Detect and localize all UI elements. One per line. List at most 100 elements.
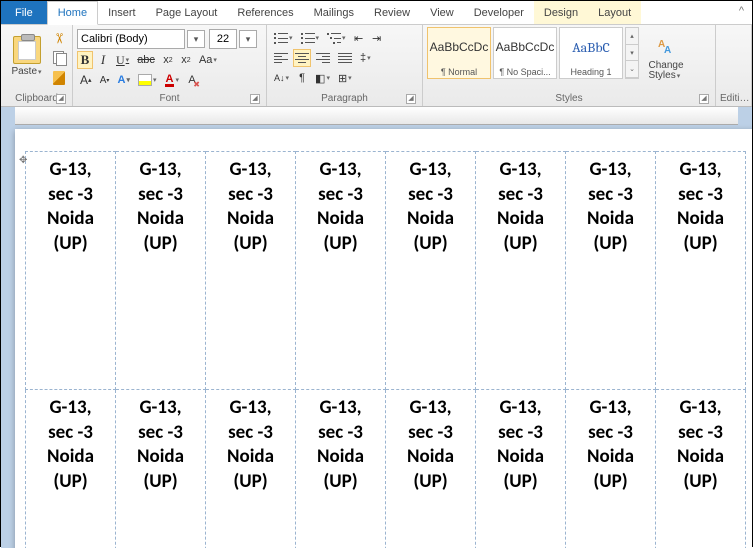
- table-cell[interactable]: G-13,sec -3Noida(UP): [296, 152, 386, 390]
- font-group-label: Font◢: [77, 91, 262, 106]
- line-spacing-button[interactable]: ‡: [357, 49, 374, 67]
- italic-button[interactable]: I: [95, 51, 111, 69]
- tab-view[interactable]: View: [420, 1, 464, 24]
- superscript-button[interactable]: x2: [178, 51, 194, 69]
- multilevel-button[interactable]: [324, 29, 349, 47]
- font-color-button[interactable]: A: [162, 71, 182, 89]
- font-name-dropdown[interactable]: ▾: [187, 30, 205, 48]
- clipboard-dialog-launcher[interactable]: ◢: [56, 94, 66, 104]
- paragraph-dialog-launcher[interactable]: ◢: [406, 94, 416, 104]
- style-item-0[interactable]: AaBbCcDc¶ Normal: [427, 27, 491, 79]
- tab-home[interactable]: Home: [47, 1, 98, 25]
- styles-dialog-launcher[interactable]: ◢: [699, 94, 709, 104]
- table-cell[interactable]: G-13,sec -3Noida(UP): [296, 390, 386, 548]
- bullets-button[interactable]: [271, 29, 296, 47]
- align-center-button[interactable]: [293, 49, 311, 67]
- ribbon: Paste ✂ Clipboard◢ ▾ ▾ B I U abc x: [1, 25, 752, 107]
- tab-layout[interactable]: Layout: [588, 1, 641, 24]
- tab-file[interactable]: File: [1, 1, 47, 24]
- borders-button[interactable]: ⊞: [335, 69, 355, 87]
- table-cell[interactable]: G-13,sec -3Noida(UP): [476, 152, 566, 390]
- border-icon: ⊞: [338, 72, 347, 85]
- table-cell[interactable]: G-13,sec -3Noida(UP): [656, 152, 746, 390]
- table-cell[interactable]: G-13,sec -3Noida(UP): [26, 390, 116, 548]
- style-item-2[interactable]: AaBbCHeading 1: [559, 27, 623, 79]
- change-styles-label: Change Styles: [648, 61, 683, 81]
- shrink-font-button[interactable]: A▾: [97, 71, 113, 89]
- tab-insert[interactable]: Insert: [98, 1, 146, 24]
- format-painter-button[interactable]: [50, 69, 68, 87]
- page[interactable]: ✥ G-13,sec -3Noida(UP)G-13,sec -3Noida(U…: [15, 129, 752, 548]
- tab-developer[interactable]: Developer: [464, 1, 534, 24]
- paste-button[interactable]: Paste: [5, 27, 48, 85]
- underline-button[interactable]: U: [113, 51, 132, 69]
- gallery-down-button[interactable]: ▾: [626, 45, 638, 62]
- shading-button[interactable]: ◧: [312, 69, 333, 87]
- justify-button[interactable]: [335, 49, 355, 67]
- table-cell[interactable]: G-13,sec -3Noida(UP): [476, 390, 566, 548]
- highlight-button[interactable]: [135, 71, 160, 89]
- editing-group-label: Editi…: [720, 91, 747, 106]
- paragraph-group-label: Paragraph◢: [271, 91, 418, 106]
- table-cell[interactable]: G-13,sec -3Noida(UP): [566, 390, 656, 548]
- table-cell[interactable]: G-13,sec -3Noida(UP): [656, 390, 746, 548]
- font-name-input[interactable]: [77, 29, 185, 49]
- copy-icon: [53, 51, 65, 65]
- font-size-dropdown[interactable]: ▾: [239, 30, 257, 48]
- table-cell[interactable]: G-13,sec -3Noida(UP): [386, 390, 476, 548]
- collapse-ribbon-icon[interactable]: ^: [731, 1, 752, 24]
- show-marks-button[interactable]: ¶: [294, 69, 310, 87]
- copy-button[interactable]: [50, 49, 68, 67]
- tab-references[interactable]: References: [227, 1, 303, 24]
- brush-icon: [53, 71, 65, 85]
- paste-label: Paste: [11, 66, 41, 77]
- style-preview: AaBbCcDc: [428, 28, 490, 66]
- change-case-button[interactable]: Aa: [196, 51, 220, 69]
- cut-button[interactable]: ✂: [50, 29, 68, 47]
- styles-group-label: Styles◢: [427, 91, 711, 106]
- subscript-button[interactable]: x2: [160, 51, 176, 69]
- tab-page-layout[interactable]: Page Layout: [146, 1, 228, 24]
- group-font: ▾ ▾ B I U abc x2 x2 Aa A▴ A▾ A A A✖: [73, 25, 267, 106]
- text-effects-button[interactable]: A: [115, 71, 133, 89]
- grow-font-button[interactable]: A▴: [77, 71, 95, 89]
- tab-design[interactable]: Design: [534, 1, 588, 24]
- group-clipboard: Paste ✂ Clipboard◢: [1, 25, 73, 106]
- table-cell[interactable]: G-13,sec -3Noida(UP): [206, 152, 296, 390]
- align-left-button[interactable]: [271, 49, 291, 67]
- justify-icon: [338, 53, 352, 64]
- tab-mailings[interactable]: Mailings: [304, 1, 364, 24]
- label-table[interactable]: G-13,sec -3Noida(UP)G-13,sec -3Noida(UP)…: [25, 151, 746, 548]
- table-cell[interactable]: G-13,sec -3Noida(UP): [116, 390, 206, 548]
- gallery-more-button[interactable]: ⌄: [626, 61, 638, 78]
- document-area: ✥ G-13,sec -3Noida(UP)G-13,sec -3Noida(U…: [1, 107, 752, 548]
- numbering-button[interactable]: [298, 29, 323, 47]
- clear-formatting-button[interactable]: A✖: [184, 71, 200, 89]
- table-cell[interactable]: G-13,sec -3Noida(UP): [116, 152, 206, 390]
- font-size-input[interactable]: [209, 29, 237, 49]
- style-item-1[interactable]: AaBbCcDc¶ No Spaci...: [493, 27, 557, 79]
- bold-button[interactable]: B: [77, 51, 93, 69]
- gallery-up-button[interactable]: ▴: [626, 28, 638, 45]
- paste-icon: [13, 36, 41, 64]
- table-cell[interactable]: G-13,sec -3Noida(UP): [206, 390, 296, 548]
- table-move-handle-icon[interactable]: ✥: [19, 155, 27, 166]
- increase-indent-button[interactable]: ⇥: [369, 29, 385, 47]
- table-cell[interactable]: G-13,sec -3Noida(UP): [386, 152, 476, 390]
- group-paragraph: ⇤ ⇥ ‡ A↓ ¶ ◧ ⊞ Paragraph◢: [267, 25, 423, 106]
- ribbon-tabs: File Home Insert Page Layout References …: [1, 1, 752, 25]
- tab-review[interactable]: Review: [364, 1, 420, 24]
- strikethrough-button[interactable]: abc: [134, 51, 158, 69]
- style-label: Heading 1: [560, 66, 622, 78]
- sort-button[interactable]: A↓: [271, 69, 292, 87]
- horizontal-ruler[interactable]: [15, 107, 738, 125]
- table-cell[interactable]: G-13,sec -3Noida(UP): [26, 152, 116, 390]
- align-right-icon: [316, 53, 330, 64]
- font-dialog-launcher[interactable]: ◢: [250, 94, 260, 104]
- align-center-icon: [295, 53, 309, 64]
- align-right-button[interactable]: [313, 49, 333, 67]
- scissors-icon: ✂: [50, 32, 67, 44]
- change-styles-button[interactable]: AA Change Styles: [641, 27, 691, 85]
- decrease-indent-button[interactable]: ⇤: [351, 29, 367, 47]
- table-cell[interactable]: G-13,sec -3Noida(UP): [566, 152, 656, 390]
